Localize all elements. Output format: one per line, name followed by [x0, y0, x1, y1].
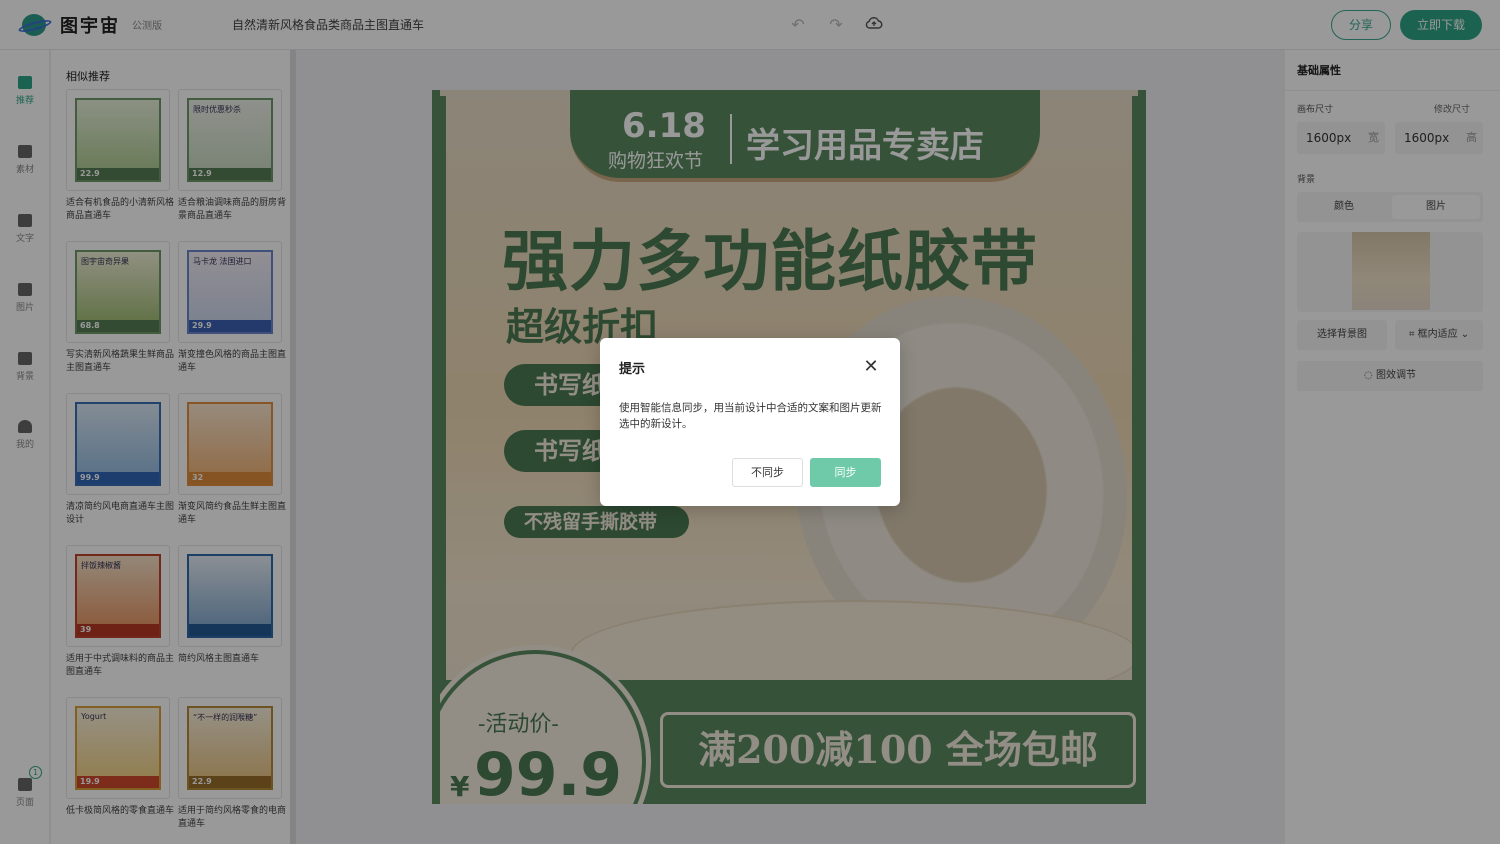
dialog-message: 使用智能信息同步，用当前设计中合适的文案和图片更新选中的新设计。: [619, 402, 882, 430]
no-sync-button[interactable]: 不同步: [732, 458, 803, 487]
sync-button[interactable]: 同步: [810, 458, 881, 487]
close-icon[interactable]: ✕: [862, 358, 880, 376]
dialog-title: 提示: [619, 362, 646, 377]
